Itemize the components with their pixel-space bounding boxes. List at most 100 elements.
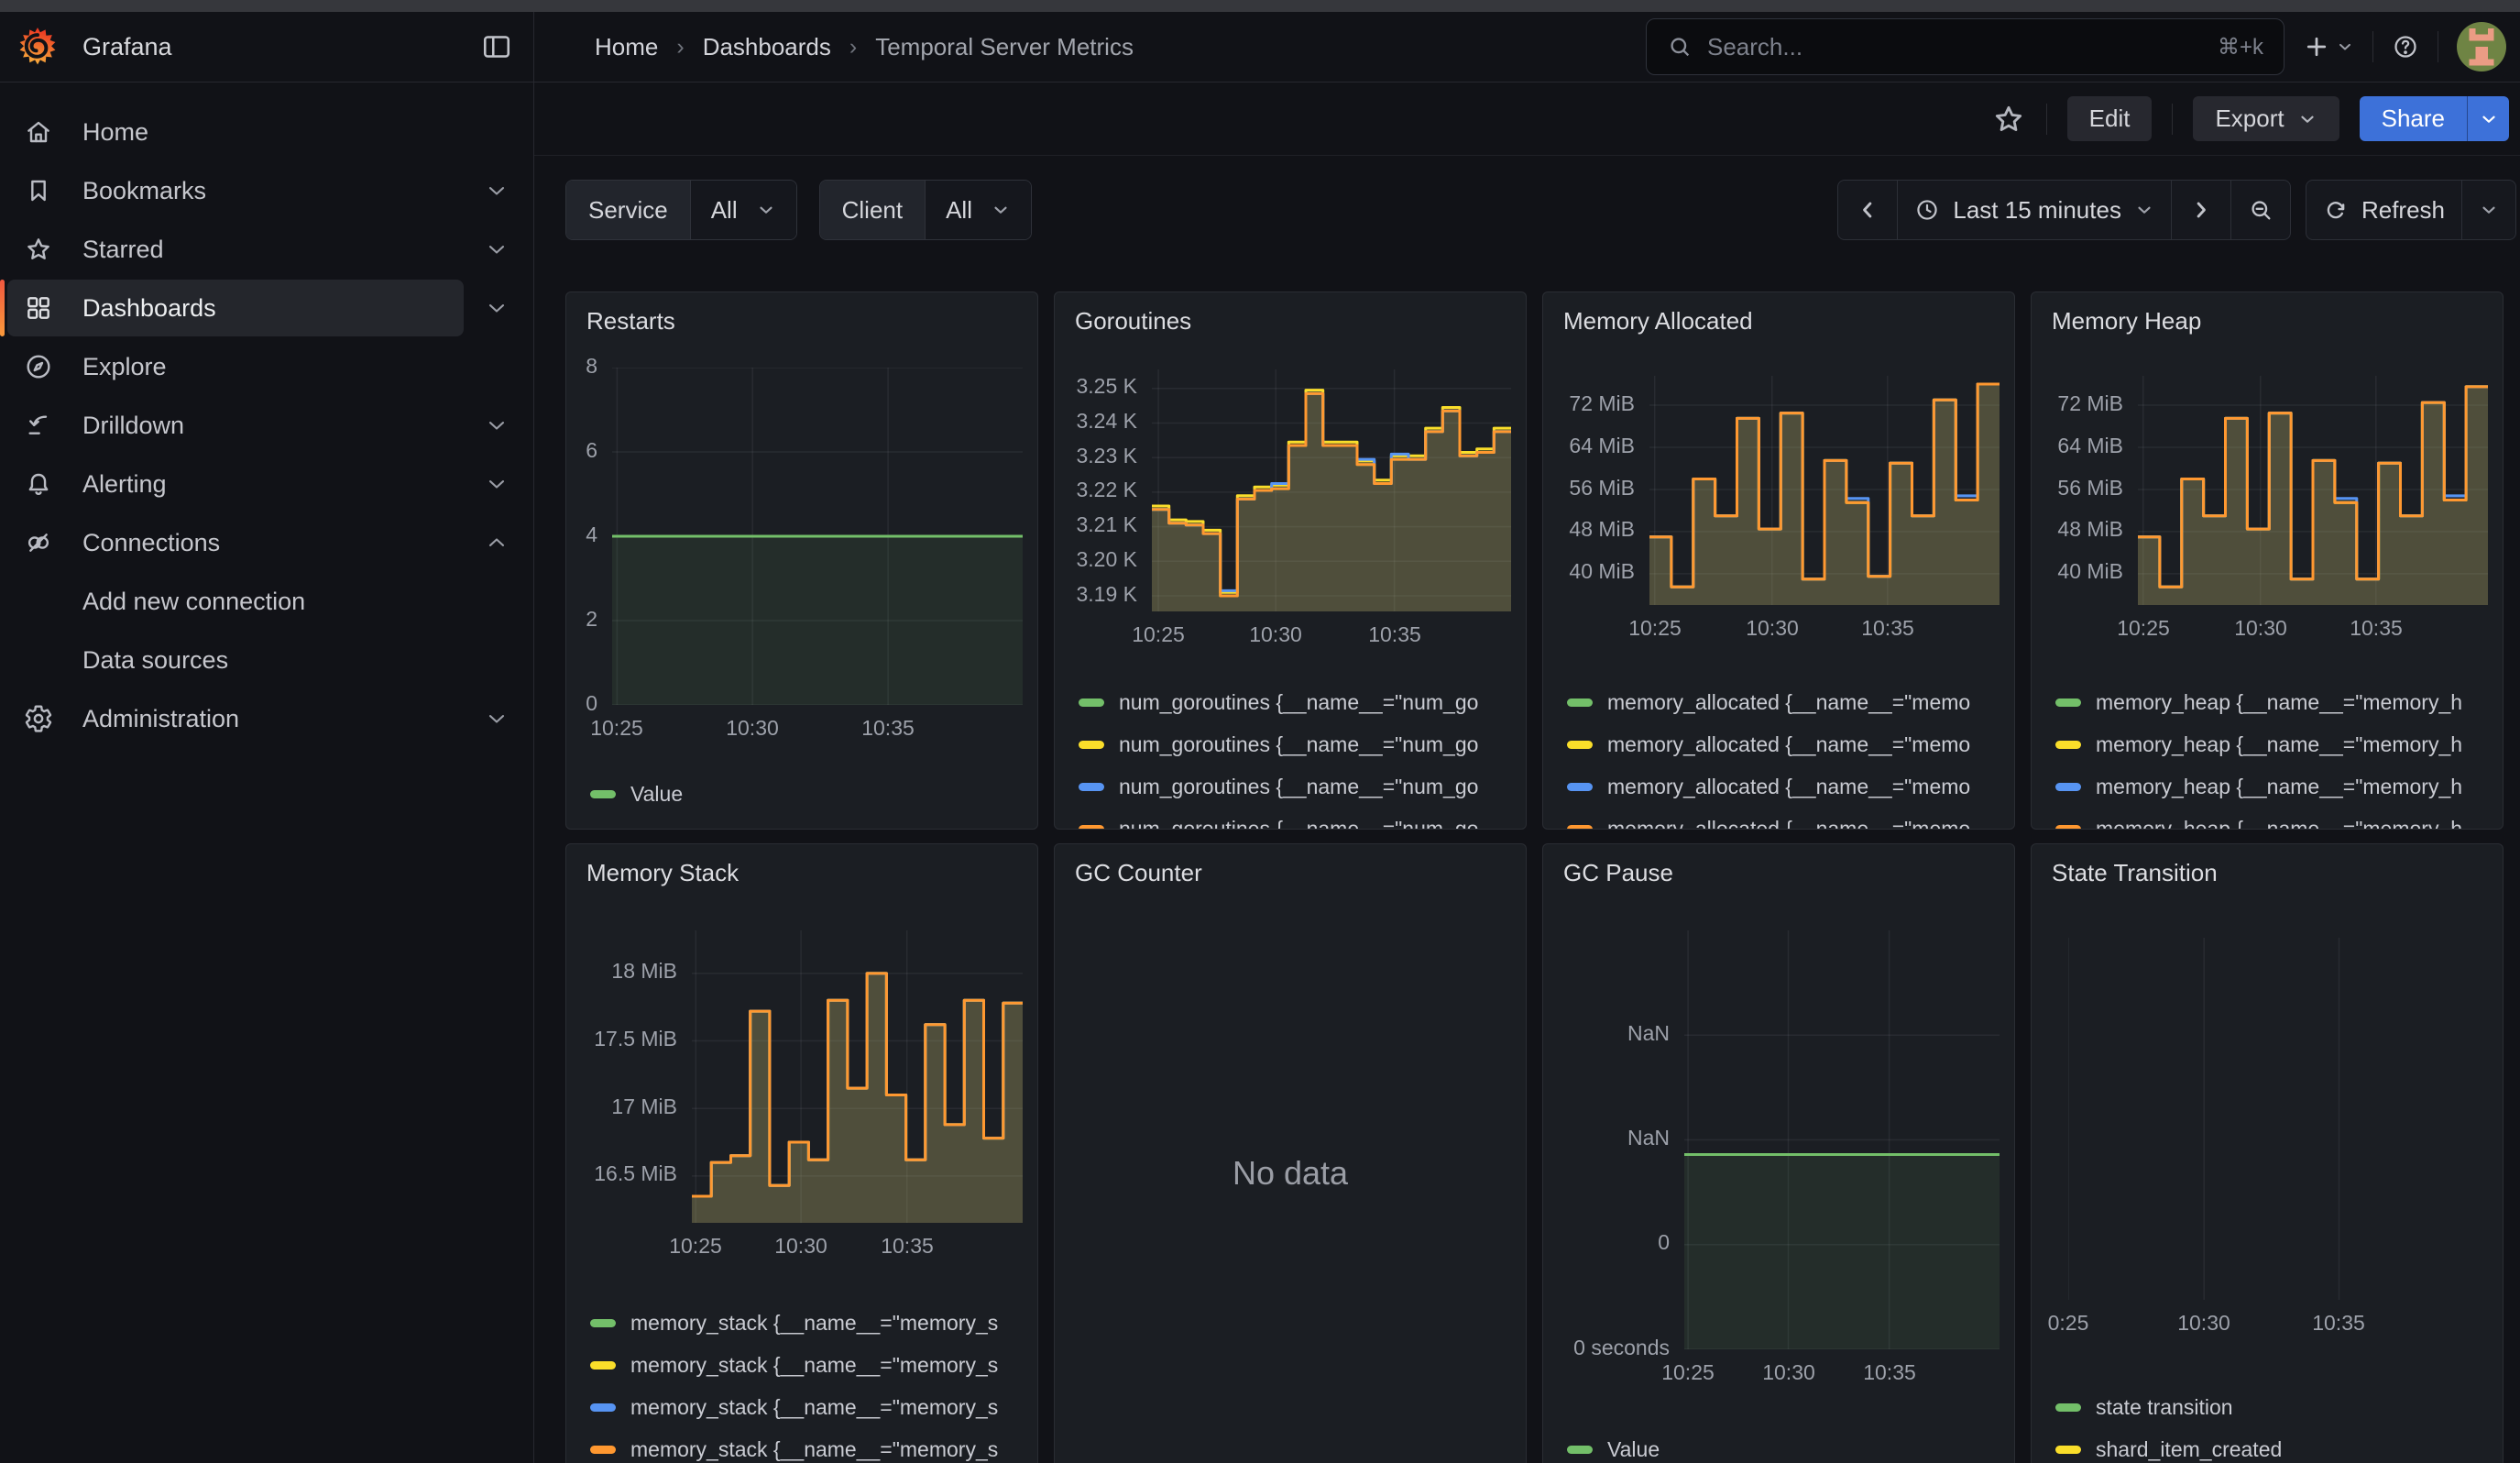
sidebar-item-label: Connections xyxy=(82,529,220,557)
sidebar-item-administration[interactable]: Administration xyxy=(0,689,533,748)
legend-label: memory_stack {__name__="memory_s xyxy=(630,1437,998,1462)
breadcrumb-home[interactable]: Home xyxy=(595,33,658,61)
refresh-interval-button[interactable] xyxy=(2462,181,2515,239)
x-axis-tick-label: 10:25 xyxy=(1132,622,1185,647)
sidebar-item-bookmarks[interactable]: Bookmarks xyxy=(0,161,533,220)
time-forward-button[interactable] xyxy=(2172,181,2231,239)
sidebar-item-explore[interactable]: Explore xyxy=(0,337,533,396)
chart-plot[interactable]: 86420 xyxy=(566,368,1037,705)
chevron-down-icon[interactable] xyxy=(484,471,509,497)
time-range-picker[interactable]: Last 15 minutes xyxy=(1898,181,2172,239)
add-new-button[interactable] xyxy=(2303,33,2354,60)
sidebar-collapse-icon[interactable] xyxy=(480,30,513,63)
breadcrumb-dashboards[interactable]: Dashboards xyxy=(703,33,831,61)
chevron-down-icon[interactable] xyxy=(484,236,509,262)
legend-item[interactable]: num_goroutines {__name__="num_go xyxy=(1079,732,1526,757)
sidebar-item-drilldown[interactable]: Drilldown xyxy=(0,396,533,455)
chart-plot[interactable]: 18 MiB17.5 MiB17 MiB16.5 MiB xyxy=(566,930,1037,1223)
panels-grid: Restarts8642010:2510:3010:35 Value Gorouti… xyxy=(565,292,2520,1463)
user-avatar-button[interactable] xyxy=(2457,22,2506,72)
legend-item[interactable]: memory_heap {__name__="memory_h xyxy=(2055,816,2503,829)
legend-item[interactable]: memory_allocated {__name__="memo xyxy=(1567,816,2014,829)
y-axis-tick-label: 3.22 K xyxy=(1055,478,1137,502)
sidebar-item-add-new-connection[interactable]: Add new connection xyxy=(0,572,533,631)
chart-plot[interactable]: NaNNaN00 seconds xyxy=(1543,930,2014,1349)
grafana-logo[interactable] xyxy=(16,26,59,68)
legend-item[interactable]: memory_stack {__name__="memory_s xyxy=(590,1394,1037,1420)
panel-goroutines: Goroutines 3.25 K3.24 K3.23 K3.22 K3.21 K… xyxy=(1054,292,1527,830)
sidebar-item-home[interactable]: Home xyxy=(0,103,533,161)
chart-plot[interactable]: 72 MiB64 MiB56 MiB48 MiB40 MiB xyxy=(1543,376,2014,605)
x-axis-tick-label: 10:30 xyxy=(2177,1311,2230,1336)
legend-color-swatch xyxy=(1079,741,1104,749)
sidebar-item-label: Bookmarks xyxy=(82,177,206,205)
search-input[interactable] xyxy=(1707,33,2203,61)
dashboard-toolbar: Edit Export Share xyxy=(534,82,2520,156)
legend-item[interactable]: num_goroutines {__name__="num_go xyxy=(1079,774,1526,799)
zoom-out-button[interactable] xyxy=(2231,181,2290,239)
time-back-button[interactable] xyxy=(1838,181,1898,239)
chart-plot[interactable]: 3.25 K3.24 K3.23 K3.22 K3.21 K3.20 K3.19… xyxy=(1055,369,1526,611)
sidebar-item-connections[interactable]: Connections xyxy=(0,513,533,572)
bell-icon xyxy=(24,469,53,499)
panel-title[interactable]: State Transition xyxy=(2032,844,2503,890)
panel-title[interactable]: Memory Heap xyxy=(2032,292,2503,338)
client-variable-value[interactable]: All xyxy=(926,181,1031,239)
legend-item[interactable]: num_goroutines {__name__="num_go xyxy=(1079,816,1526,829)
share-button[interactable]: Share xyxy=(2360,96,2467,141)
legend-item[interactable]: memory_allocated {__name__="memo xyxy=(1567,774,2014,799)
legend-item[interactable]: memory_allocated {__name__="memo xyxy=(1567,732,2014,757)
legend-label: num_goroutines {__name__="num_go xyxy=(1119,775,1478,799)
legend-item[interactable]: memory_stack {__name__="memory_s xyxy=(590,1310,1037,1336)
legend-item[interactable]: memory_heap {__name__="memory_h xyxy=(2055,774,2503,799)
service-variable-picker[interactable]: Service All xyxy=(565,180,797,240)
y-axis-tick-label: 56 MiB xyxy=(2032,476,2123,500)
search-box[interactable]: ⌘+k xyxy=(1646,18,2284,75)
chevron-down-icon[interactable] xyxy=(484,706,509,732)
home-icon xyxy=(24,117,53,147)
legend-item[interactable]: memory_stack {__name__="memory_s xyxy=(590,1436,1037,1462)
sidebar-item-starred[interactable]: Starred xyxy=(0,220,533,279)
top-nav: Grafana Home › Dashboards › Temporal Ser… xyxy=(0,12,2520,82)
export-button[interactable]: Export xyxy=(2193,96,2339,141)
chart-plot[interactable] xyxy=(2032,938,2503,1300)
chevron-down-icon[interactable] xyxy=(484,295,509,321)
legend-item[interactable]: memory_heap {__name__="memory_h xyxy=(2055,732,2503,757)
chart-plot[interactable]: 72 MiB64 MiB56 MiB48 MiB40 MiB xyxy=(2032,376,2503,605)
client-variable-picker[interactable]: Client All xyxy=(819,180,1032,240)
panel-legend: memory_heap {__name__="memory_h memory_he… xyxy=(2032,684,2503,829)
legend-color-swatch xyxy=(1079,825,1104,830)
edit-button[interactable]: Edit xyxy=(2067,96,2153,141)
legend-item[interactable]: memory_allocated {__name__="memo xyxy=(1567,689,2014,715)
legend-item[interactable]: shard_item_created xyxy=(2055,1436,2503,1462)
chevron-down-icon[interactable] xyxy=(484,178,509,204)
sidebar-item-data-sources[interactable]: Data sources xyxy=(0,631,533,689)
share-dropdown-button[interactable] xyxy=(2467,96,2509,141)
help-button[interactable] xyxy=(2392,33,2419,60)
sidebar-item-dashboards[interactable]: Dashboards xyxy=(0,279,533,337)
refresh-button[interactable]: Refresh xyxy=(2306,181,2462,239)
favorite-star-button[interactable] xyxy=(1991,102,2026,137)
panel-title[interactable]: Goroutines xyxy=(1055,292,1526,338)
legend-label: memory_stack {__name__="memory_s xyxy=(630,1353,998,1378)
legend-label: num_goroutines {__name__="num_go xyxy=(1119,732,1478,757)
panel-title[interactable]: Memory Stack xyxy=(566,844,1037,890)
chevron-up-icon[interactable] xyxy=(484,530,509,556)
panel-title[interactable]: GC Pause xyxy=(1543,844,2014,890)
legend-item[interactable]: state transition xyxy=(2055,1394,2503,1420)
y-axis-tick-label: NaN xyxy=(1543,1126,1670,1150)
legend-item[interactable]: memory_heap {__name__="memory_h xyxy=(2055,689,2503,715)
chevron-down-icon[interactable] xyxy=(484,412,509,438)
legend-item[interactable]: memory_stack {__name__="memory_s xyxy=(590,1352,1037,1378)
service-variable-value[interactable]: All xyxy=(691,181,796,239)
legend-item[interactable]: Value xyxy=(590,781,1037,807)
panel-title[interactable]: Memory Allocated xyxy=(1543,292,2014,338)
panel-legend: memory_stack {__name__="memory_s memory_s… xyxy=(566,1304,1037,1463)
legend-item[interactable]: Value xyxy=(1567,1436,2014,1462)
panel-title[interactable]: GC Counter xyxy=(1055,844,1526,890)
breadcrumb-current: Temporal Server Metrics xyxy=(875,33,1134,61)
panel-title[interactable]: Restarts xyxy=(566,292,1037,338)
chart-region: 8642010:2510:3010:35 xyxy=(566,338,1037,776)
legend-item[interactable]: num_goroutines {__name__="num_go xyxy=(1079,689,1526,715)
sidebar-item-alerting[interactable]: Alerting xyxy=(0,455,533,513)
